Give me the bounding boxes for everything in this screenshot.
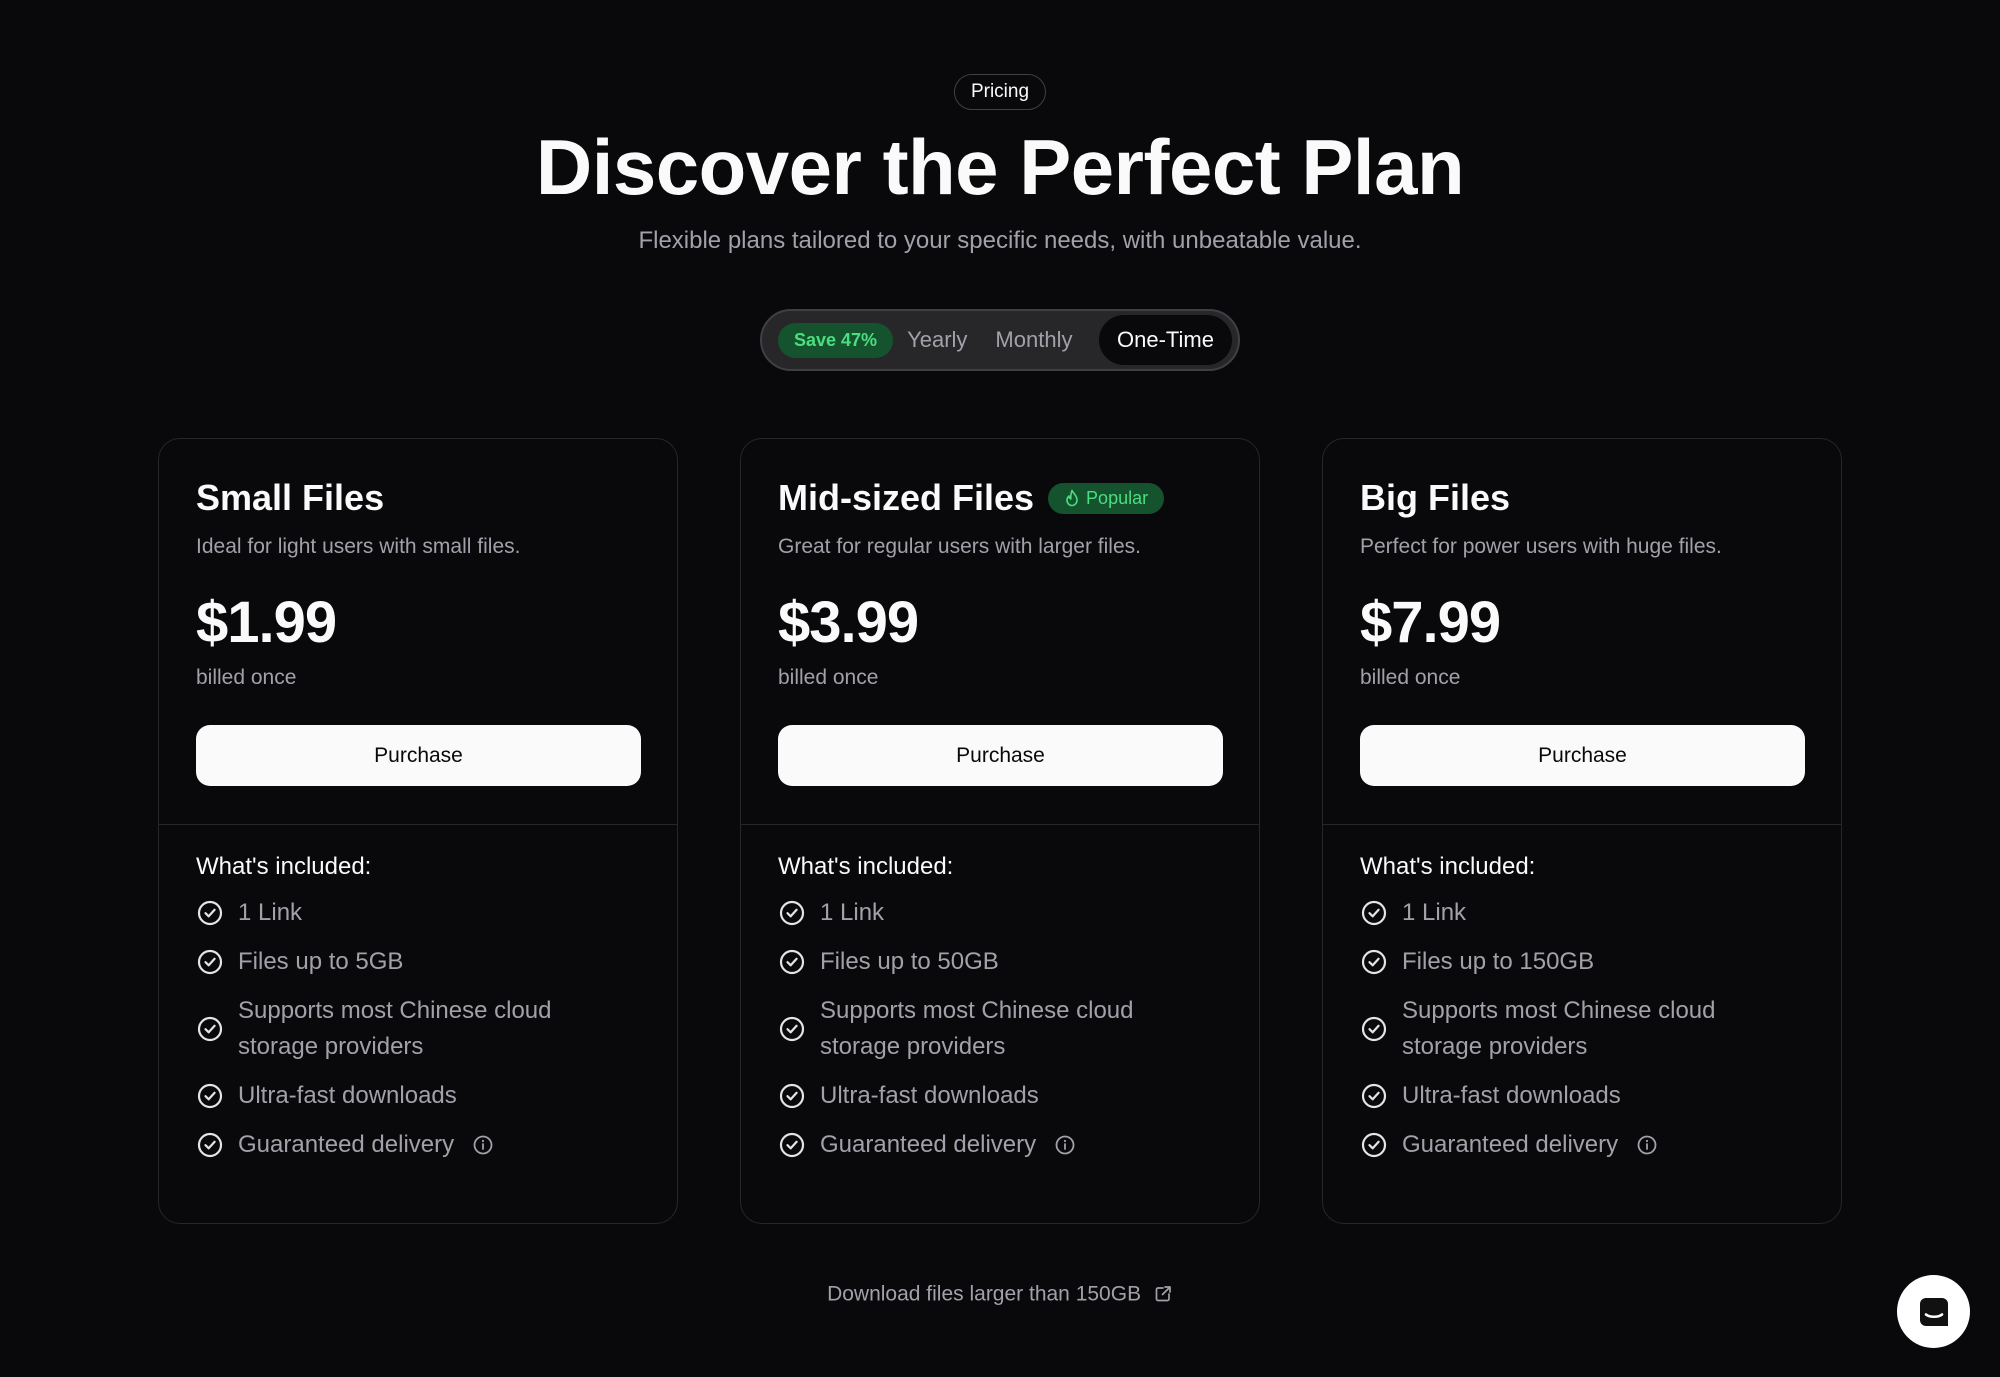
plan-description: Ideal for light users with small files. (196, 535, 521, 558)
feature-text: Supports most Chinese cloud storage prov… (820, 997, 1134, 1060)
large-files-link[interactable]: Download files larger than 150GB (0, 1282, 2000, 1306)
popular-badge: Popular (1048, 482, 1165, 514)
plan-name: Mid-sized Files (778, 477, 1035, 518)
check-circle-icon (779, 900, 805, 926)
info-icon[interactable] (472, 1134, 494, 1156)
feature-text: Files up to 150GB (1402, 948, 1595, 975)
check-circle-icon (779, 949, 805, 975)
external-link-icon (1155, 1286, 1171, 1302)
feature-text: Files up to 5GB (238, 948, 404, 975)
plan-name-row: Big Files (1360, 473, 1804, 523)
feature-item: Files up to 5GB (196, 944, 640, 980)
feature-text: Ultra-fast downloads (820, 1082, 1039, 1109)
check-circle-icon (197, 1016, 223, 1042)
flame-icon (1066, 489, 1078, 507)
feature-list: 1 Link Files up to 50GB Supports most Ch… (778, 895, 1222, 1163)
feature-item: Supports most Chinese cloud storage prov… (196, 993, 640, 1065)
plan-card-big: Big Files Perfect for power users with h… (1322, 438, 1842, 1224)
feature-item: Guaranteed delivery (196, 1127, 640, 1163)
included-title: What's included: (778, 853, 954, 880)
toggle-one-time[interactable]: One-Time (1099, 315, 1232, 365)
feature-text: Guaranteed delivery (820, 1131, 1037, 1158)
plan-features: What's included: 1 Link Files up to 5GB … (159, 825, 677, 1163)
save-badge: Save 47% (778, 322, 894, 358)
feature-text: 1 Link (238, 899, 303, 926)
feature-item: Ultra-fast downloads (778, 1078, 1222, 1114)
feature-item: Supports most Chinese cloud storage prov… (778, 993, 1222, 1065)
feature-text: Files up to 50GB (820, 948, 999, 975)
plan-billing: billed once (196, 666, 297, 689)
check-circle-icon (1361, 1016, 1387, 1042)
feature-item: 1 Link (1360, 895, 1804, 931)
feature-item: 1 Link (196, 895, 640, 931)
check-circle-icon (197, 1132, 223, 1158)
feature-item: Guaranteed delivery (778, 1127, 1222, 1163)
plan-card-small: Small Files Ideal for light users with s… (158, 438, 678, 1224)
plan-card-mid: Mid-sized Files Popular Great for regula… (740, 438, 1260, 1224)
plan-description: Great for regular users with larger file… (778, 535, 1141, 558)
plan-name: Big Files (1360, 477, 1511, 518)
feature-text: Ultra-fast downloads (1402, 1082, 1621, 1109)
plan-header: Mid-sized Files Popular Great for regula… (741, 439, 1259, 825)
large-files-link-text[interactable]: Download files larger than 150GB (827, 1282, 1141, 1305)
included-title: What's included: (1360, 853, 1536, 880)
pricing-badge: Pricing (953, 74, 1047, 110)
plan-billing: billed once (778, 666, 879, 689)
plan-features: What's included: 1 Link Files up to 50GB… (741, 825, 1259, 1163)
plan-billing: billed once (1360, 666, 1461, 689)
chat-icon (1919, 1297, 1948, 1326)
info-icon[interactable] (1636, 1134, 1658, 1156)
feature-item: Supports most Chinese cloud storage prov… (1360, 993, 1804, 1065)
plan-name-row: Small Files (196, 473, 640, 523)
check-circle-icon (197, 900, 223, 926)
feature-list: 1 Link Files up to 5GB Supports most Chi… (196, 895, 640, 1163)
billing-toggle: Save 47% Yearly Monthly One-Time (760, 309, 1240, 371)
plan-price: $1.99 (196, 590, 337, 655)
check-circle-icon (779, 1016, 805, 1042)
feature-text: Supports most Chinese cloud storage prov… (1402, 997, 1716, 1060)
feature-text: Guaranteed delivery (1402, 1131, 1619, 1158)
purchase-button[interactable]: Purchase (778, 725, 1223, 786)
feature-item: Files up to 150GB (1360, 944, 1804, 980)
feature-text: 1 Link (1402, 899, 1467, 926)
purchase-button[interactable]: Purchase (1360, 725, 1805, 786)
plan-cards: Small Files Ideal for light users with s… (158, 438, 1842, 1224)
plan-name: Small Files (196, 477, 385, 518)
feature-item: Ultra-fast downloads (196, 1078, 640, 1114)
plan-header: Small Files Ideal for light users with s… (159, 439, 677, 825)
info-icon[interactable] (1054, 1134, 1076, 1156)
toggle-monthly[interactable]: Monthly (981, 315, 1086, 365)
plan-price: $3.99 (778, 590, 919, 655)
plan-description: Perfect for power users with huge files. (1360, 535, 1722, 558)
feature-item: Files up to 50GB (778, 944, 1222, 980)
toggle-yearly[interactable]: Yearly (893, 315, 981, 365)
check-circle-icon (779, 1083, 805, 1109)
feature-item: Ultra-fast downloads (1360, 1078, 1804, 1114)
pricing-page: Pricing Discover the Perfect Plan Flexib… (0, 0, 2000, 1377)
feature-item: Guaranteed delivery (1360, 1127, 1804, 1163)
check-circle-icon (1361, 1132, 1387, 1158)
page-title: Discover the Perfect Plan (535, 123, 1465, 211)
feature-text: Guaranteed delivery (238, 1131, 455, 1158)
feature-text: Supports most Chinese cloud storage prov… (238, 997, 552, 1060)
popular-label: Popular (1086, 487, 1149, 508)
plan-features: What's included: 1 Link Files up to 150G… (1323, 825, 1841, 1163)
chat-launcher-button[interactable] (1897, 1275, 1970, 1348)
plan-name-row: Mid-sized Files Popular (778, 473, 1222, 523)
plan-header: Big Files Perfect for power users with h… (1323, 439, 1841, 825)
page-subtitle: Flexible plans tailored to your specific… (638, 227, 1362, 254)
check-circle-icon (1361, 900, 1387, 926)
check-circle-icon (1361, 1083, 1387, 1109)
plan-price: $7.99 (1360, 590, 1501, 655)
purchase-button[interactable]: Purchase (196, 725, 641, 786)
check-circle-icon (197, 949, 223, 975)
feature-list: 1 Link Files up to 150GB Supports most C… (1360, 895, 1804, 1163)
feature-text: 1 Link (820, 899, 885, 926)
feature-text: Ultra-fast downloads (238, 1082, 457, 1109)
check-circle-icon (779, 1132, 805, 1158)
check-circle-icon (1361, 949, 1387, 975)
included-title: What's included: (196, 853, 372, 880)
feature-item: 1 Link (778, 895, 1222, 931)
check-circle-icon (197, 1083, 223, 1109)
